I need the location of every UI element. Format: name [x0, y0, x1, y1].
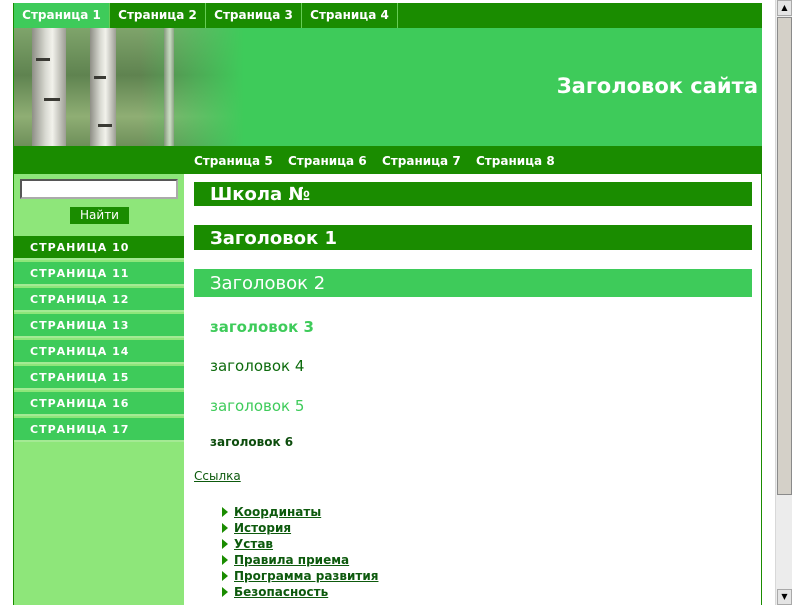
scrollbar-thumb[interactable]	[777, 17, 792, 495]
search-input[interactable]	[20, 179, 178, 199]
site-title: Заголовок сайта	[556, 74, 758, 98]
bark-mark	[44, 98, 60, 101]
birch-trunk	[90, 28, 116, 146]
arrow-right-icon	[222, 571, 228, 581]
search-button[interactable]: Найти	[70, 207, 129, 224]
sub-nav-item-6[interactable]: Страница 6	[288, 146, 367, 174]
sidebar-item-16[interactable]: СТРАНИЦА 16	[14, 392, 184, 416]
heading-4: заголовок 4	[210, 357, 305, 375]
top-nav-item-4[interactable]: Страница 4	[302, 3, 398, 28]
list-item: История	[220, 520, 378, 536]
list-item: Безопасность	[220, 584, 378, 600]
list-item: Программа развития	[220, 568, 378, 584]
top-nav-item-1[interactable]: Страница 1	[14, 3, 110, 28]
list-item: Правила приема	[220, 552, 378, 568]
arrow-right-icon	[222, 539, 228, 549]
sidebar-item-11[interactable]: СТРАНИЦА 11	[14, 262, 184, 286]
list-item: Координаты	[220, 504, 378, 520]
arrow-right-icon	[222, 555, 228, 565]
arrow-right-icon	[222, 523, 228, 533]
heading-2: Заголовок 2	[194, 269, 752, 297]
sidebar-item-12[interactable]: СТРАНИЦА 12	[14, 288, 184, 312]
sidebar-item-14[interactable]: СТРАНИЦА 14	[14, 340, 184, 364]
birch-trees-photo	[14, 28, 244, 146]
sub-nav-item-7[interactable]: Страница 7	[382, 146, 461, 174]
main-content: Школа № Заголовок 1 Заголовок 2 заголово…	[184, 174, 762, 605]
sidebar-item-17[interactable]: СТРАНИЦА 17	[14, 418, 184, 442]
sidebar-item-15[interactable]: СТРАНИЦА 15	[14, 366, 184, 390]
link-list: Координаты История Устав Правила приема …	[220, 504, 378, 600]
bark-mark	[98, 124, 112, 127]
header-banner: Заголовок сайта	[14, 28, 762, 146]
scroll-up-icon[interactable]: ▲	[777, 0, 792, 16]
sidebar-item-13[interactable]: СТРАНИЦА 13	[14, 314, 184, 338]
arrow-right-icon	[222, 507, 228, 517]
bark-mark	[94, 76, 106, 79]
top-nav: Страница 1 Страница 2 Страница 3 Страниц…	[14, 3, 762, 28]
top-nav-item-2[interactable]: Страница 2	[110, 3, 206, 28]
link-coordinates[interactable]: Координаты	[234, 505, 321, 519]
sub-nav-item-8[interactable]: Страница 8	[476, 146, 555, 174]
link-admission-rules[interactable]: Правила приема	[234, 553, 349, 567]
list-item: Устав	[220, 536, 378, 552]
link-history[interactable]: История	[234, 521, 291, 535]
birch-trunk	[164, 28, 174, 146]
top-nav-item-3[interactable]: Страница 3	[206, 3, 302, 28]
main-link[interactable]: Ссылка	[194, 469, 241, 483]
link-charter[interactable]: Устав	[234, 537, 273, 551]
school-title: Школа №	[194, 182, 752, 206]
heading-1: Заголовок 1	[194, 225, 752, 250]
heading-6: заголовок 6	[210, 435, 294, 449]
bark-mark	[36, 58, 50, 61]
sidebar-item-10[interactable]: СТРАНИЦА 10	[14, 236, 184, 260]
scroll-down-icon[interactable]: ▼	[777, 589, 792, 605]
sidebar: Найти СТРАНИЦА 10 СТРАНИЦА 11 СТРАНИЦА 1…	[14, 174, 184, 605]
page: Страница 1 Страница 2 Страница 3 Страниц…	[0, 0, 775, 605]
heading-3: заголовок 3	[210, 318, 314, 336]
link-safety[interactable]: Безопасность	[234, 585, 328, 599]
vertical-scrollbar[interactable]: ▲ ▼	[775, 0, 792, 605]
sub-nav-item-5[interactable]: Страница 5	[194, 146, 273, 174]
link-development-program[interactable]: Программа развития	[234, 569, 378, 583]
arrow-right-icon	[222, 587, 228, 597]
heading-5: заголовок 5	[210, 397, 305, 415]
sub-nav: Страница 5 Страница 6 Страница 7 Страниц…	[14, 146, 762, 174]
birch-trunk	[32, 28, 66, 146]
